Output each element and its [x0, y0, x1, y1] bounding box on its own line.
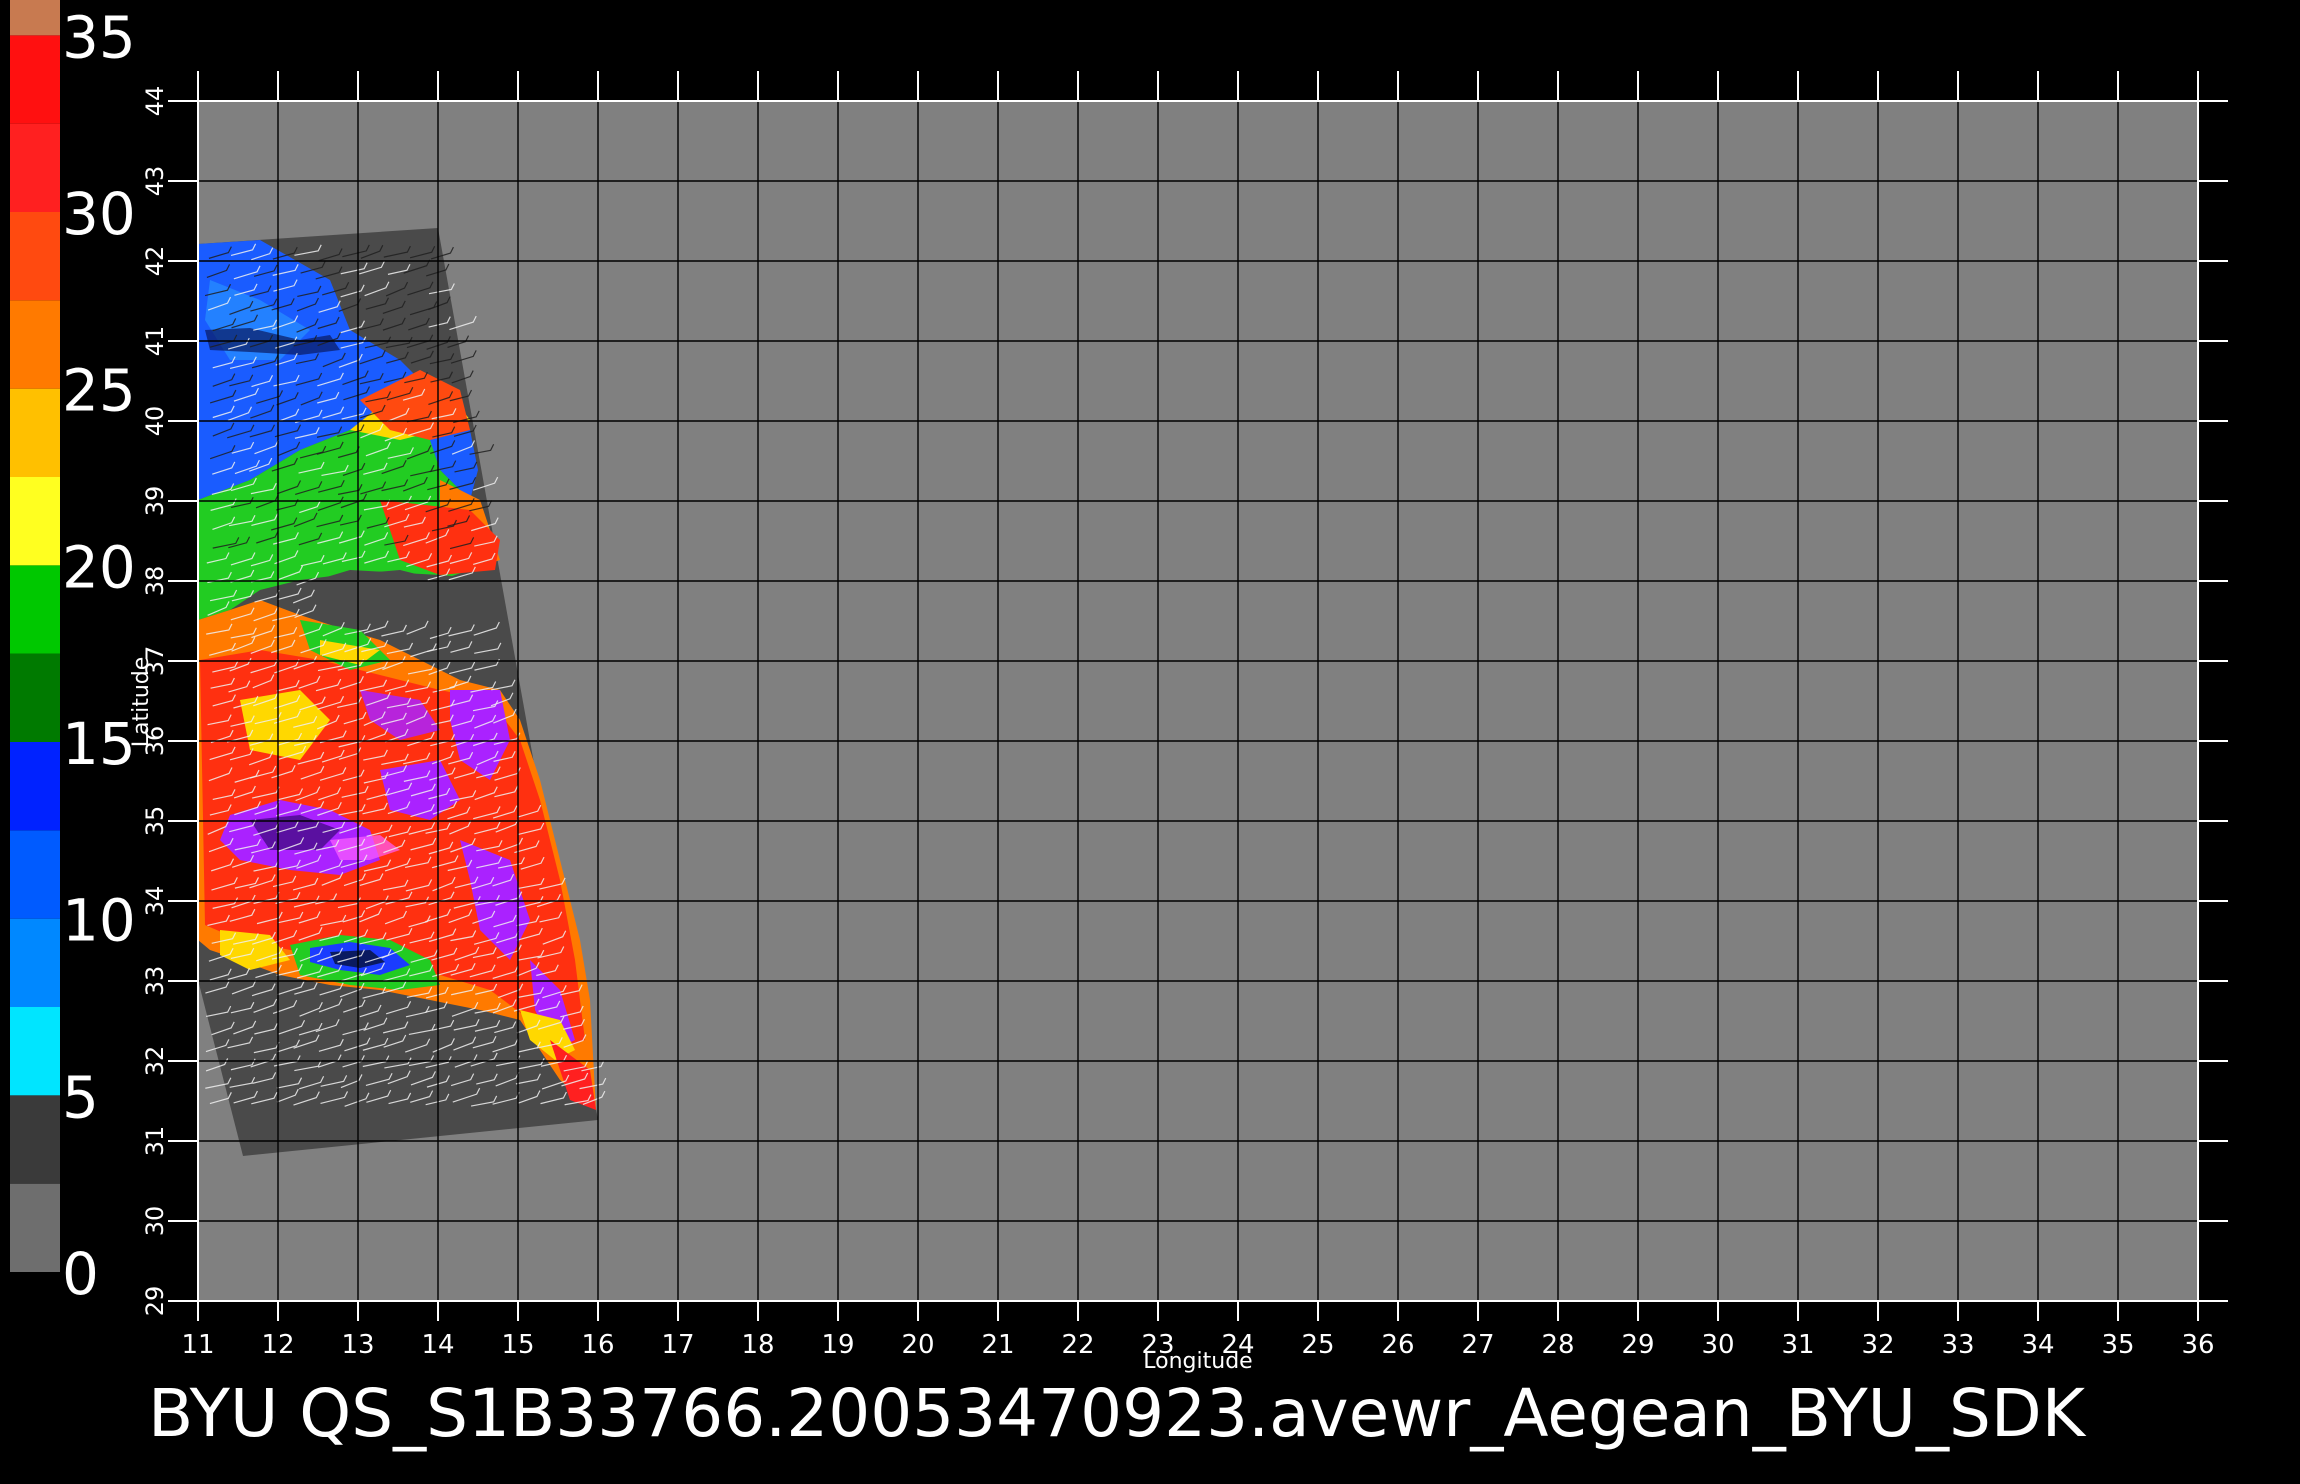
- latitude-tick-label: 39: [141, 486, 169, 517]
- longitude-tick-label: 16: [581, 1330, 614, 1360]
- colorbar-segment: [10, 300, 60, 389]
- colorbar-segment: [10, 1183, 60, 1272]
- longitude-tick-label: 15: [501, 1330, 534, 1360]
- colorbar-segment: [10, 35, 60, 124]
- latitude-tick-label: 29: [141, 1286, 169, 1317]
- latitude-tick-label: 30: [141, 1206, 169, 1237]
- longitude-tick-label: 35: [2101, 1330, 2134, 1360]
- latitude-tick-label: 33: [141, 966, 169, 997]
- latitude-tick-label: 38: [141, 566, 169, 597]
- map-figure: 35 30 25 20 15 10 5 0 11 12 13 14 15 16 …: [0, 0, 2300, 1480]
- longitude-tick-label: 32: [1861, 1330, 1894, 1360]
- colorbar-segment: [10, 1095, 60, 1184]
- longitude-tick-label: 11: [181, 1330, 214, 1360]
- colorbar-label: 5: [62, 1063, 99, 1131]
- longitude-tick-label: 20: [901, 1330, 934, 1360]
- longitude-tick-label: 22: [1061, 1330, 1094, 1360]
- latitude-tick-label: 44: [141, 86, 169, 117]
- latitude-tick-label: 42: [141, 246, 169, 277]
- colorbar-label: 35: [62, 3, 136, 71]
- colorbar-label: 25: [62, 357, 136, 425]
- longitude-tick-label: 13: [341, 1330, 374, 1360]
- longitude-tick-label: 19: [821, 1330, 854, 1360]
- colorbar-label: 10: [62, 887, 136, 955]
- colorbar-label: 20: [62, 533, 136, 601]
- longitude-tick-label: 25: [1301, 1330, 1334, 1360]
- colorbar-label: 0: [62, 1240, 99, 1308]
- latitude-tick-label: 41: [141, 326, 169, 357]
- latitude-tick-label: 31: [141, 1126, 169, 1157]
- longitude-tick-label: 36: [2181, 1330, 2214, 1360]
- colorbar-segment: [10, 653, 60, 742]
- latitude-tick-label: 32: [141, 1046, 169, 1077]
- y-axis-label: Latitude: [129, 657, 154, 748]
- colorbar-segment: [10, 1007, 60, 1096]
- colorbar-label: 15: [62, 710, 136, 778]
- colorbar-segment: [10, 742, 60, 831]
- x-axis-label: Longitude: [1143, 1349, 1252, 1374]
- longitude-tick-label: 27: [1461, 1330, 1494, 1360]
- longitude-tick-label: 26: [1381, 1330, 1414, 1360]
- latitude-tick-label: 34: [141, 886, 169, 917]
- longitude-tick-label: 28: [1541, 1330, 1574, 1360]
- longitude-tick-label: 21: [981, 1330, 1014, 1360]
- colorbar-segment: [10, 212, 60, 301]
- colorbar-segment: [10, 123, 60, 212]
- longitude-tick-label: 33: [1941, 1330, 1974, 1360]
- longitude-tick-label: 31: [1781, 1330, 1814, 1360]
- colorbar: [10, 0, 60, 1272]
- colorbar-label: 30: [62, 180, 136, 248]
- longitude-tick-label: 12: [261, 1330, 294, 1360]
- land-sicily-gap: [300, 570, 500, 628]
- colorbar-segment: [10, 918, 60, 1007]
- colorbar-segment: [10, 0, 60, 36]
- latitude-tick-label: 35: [141, 806, 169, 837]
- colorbar-segment: [10, 477, 60, 566]
- longitude-tick-label: 34: [2021, 1330, 2054, 1360]
- longitude-tick-label: 29: [1621, 1330, 1654, 1360]
- caption: BYU QS_S1B33766.20053470923.avewr_Aegean…: [148, 1375, 2087, 1452]
- longitude-tick-label: 14: [421, 1330, 454, 1360]
- latitude-tick-label: 40: [141, 406, 169, 437]
- colorbar-segment: [10, 565, 60, 654]
- longitude-tick-label: 18: [741, 1330, 774, 1360]
- wind-map-svg: 35 30 25 20 15 10 5 0 11 12 13 14 15 16 17 18 1…: [10, 0, 2228, 1452]
- colorbar-segment: [10, 830, 60, 919]
- colorbar-labels: 35 30 25 20 15 10 5 0: [62, 3, 136, 1308]
- longitude-tick-label: 17: [661, 1330, 694, 1360]
- colorbar-segment: [10, 388, 60, 477]
- longitude-tick-label: 30: [1701, 1330, 1734, 1360]
- latitude-tick-label: 43: [141, 166, 169, 197]
